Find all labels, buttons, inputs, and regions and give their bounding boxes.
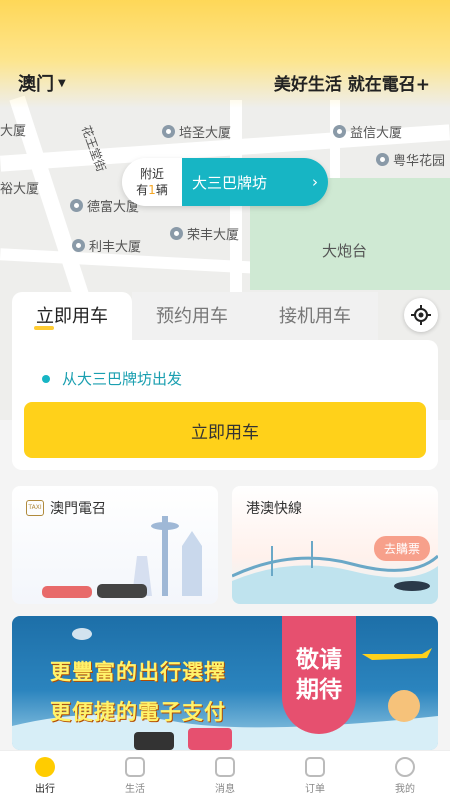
coming-soon-tag: 敬请 期待 bbox=[282, 616, 356, 734]
banner-line-2: 更便捷的電子支付 bbox=[50, 700, 226, 724]
nearby-pickup-bubble[interactable]: 附近 有1辆 大三巴牌坊 › bbox=[122, 158, 328, 206]
slogan: 美好生活 就在電召+ bbox=[273, 75, 430, 95]
tab-airport[interactable]: 接机用车 bbox=[252, 292, 378, 342]
tab-reserve[interactable]: 预约用车 bbox=[132, 292, 252, 342]
macau-taxi-card[interactable]: TAXI 澳門電召 bbox=[12, 486, 218, 604]
tag-line-2: 期待 bbox=[296, 677, 342, 703]
macau-skyline-illustration bbox=[42, 516, 202, 598]
nav-travel[interactable]: 出行 bbox=[0, 751, 90, 800]
booking-tabs: 立即用车 预约用车 接机用车 bbox=[12, 292, 438, 342]
nav-orders[interactable]: 订单 bbox=[270, 751, 360, 800]
nearby-count-text: 有1辆 bbox=[136, 183, 168, 197]
city-selector[interactable]: 澳门 ▼ bbox=[18, 70, 66, 96]
nav-life[interactable]: 生活 bbox=[90, 751, 180, 800]
nav-label: 出行 bbox=[35, 783, 55, 795]
bridge-illustration bbox=[232, 541, 438, 604]
call-car-button[interactable]: 立即用车 bbox=[24, 402, 426, 458]
coffee-icon bbox=[125, 756, 145, 777]
tag-line-1: 敬请 bbox=[296, 647, 342, 673]
user-icon bbox=[395, 756, 415, 777]
pickup-place[interactable]: 大三巴牌坊 › bbox=[182, 158, 328, 206]
chevron-right-icon: › bbox=[312, 173, 318, 191]
taxi-icon bbox=[35, 756, 55, 777]
nav-label: 订单 bbox=[305, 783, 325, 795]
city-name: 澳门 bbox=[18, 74, 54, 95]
tab-now[interactable]: 立即用车 bbox=[12, 292, 132, 342]
promo-banner[interactable]: 更豐富的出行選擇 更便捷的電子支付 敬请 期待 bbox=[12, 616, 438, 750]
nav-label: 我的 bbox=[395, 783, 415, 795]
map-poi: 大厦 bbox=[0, 124, 27, 139]
map-poi: 粤华花园 bbox=[376, 150, 445, 169]
pickup-dot-icon bbox=[42, 374, 50, 383]
map-landmark: 大炮台 bbox=[322, 242, 368, 260]
hk-macau-express-card[interactable]: 港澳快線 去購票 bbox=[232, 486, 438, 604]
nav-label: 生活 bbox=[125, 783, 145, 795]
bottom-nav: 出行 生活 消息 订单 我的 bbox=[0, 750, 450, 800]
caret-down-icon: ▼ bbox=[58, 77, 66, 89]
pickup-place-name: 大三巴牌坊 bbox=[192, 173, 268, 192]
nearby-count: 附近 有1辆 bbox=[122, 158, 182, 206]
nearby-label: 附近 bbox=[139, 167, 164, 181]
map-poi: 荣丰大厦 bbox=[170, 224, 239, 243]
order-icon bbox=[305, 756, 325, 777]
map-poi: 益信大厦 bbox=[333, 122, 402, 141]
map-poi: 裕大厦 bbox=[0, 182, 40, 197]
booking-card: 从大三巴牌坊出发 立即用车 bbox=[12, 340, 438, 470]
message-icon bbox=[215, 756, 235, 777]
locate-icon bbox=[411, 305, 431, 325]
nav-profile[interactable]: 我的 bbox=[360, 751, 450, 800]
locate-button[interactable] bbox=[404, 298, 438, 332]
banner-line-1: 更豐富的出行選擇 bbox=[50, 660, 226, 684]
map-poi: 培圣大厦 bbox=[162, 122, 231, 141]
pickup-from-text: 从大三巴牌坊出发 bbox=[62, 370, 183, 388]
map-poi: 利丰大厦 bbox=[72, 236, 141, 255]
nav-label: 消息 bbox=[215, 783, 235, 795]
nav-messages[interactable]: 消息 bbox=[180, 751, 270, 800]
pickup-from[interactable]: 从大三巴牌坊出发 bbox=[42, 368, 182, 389]
